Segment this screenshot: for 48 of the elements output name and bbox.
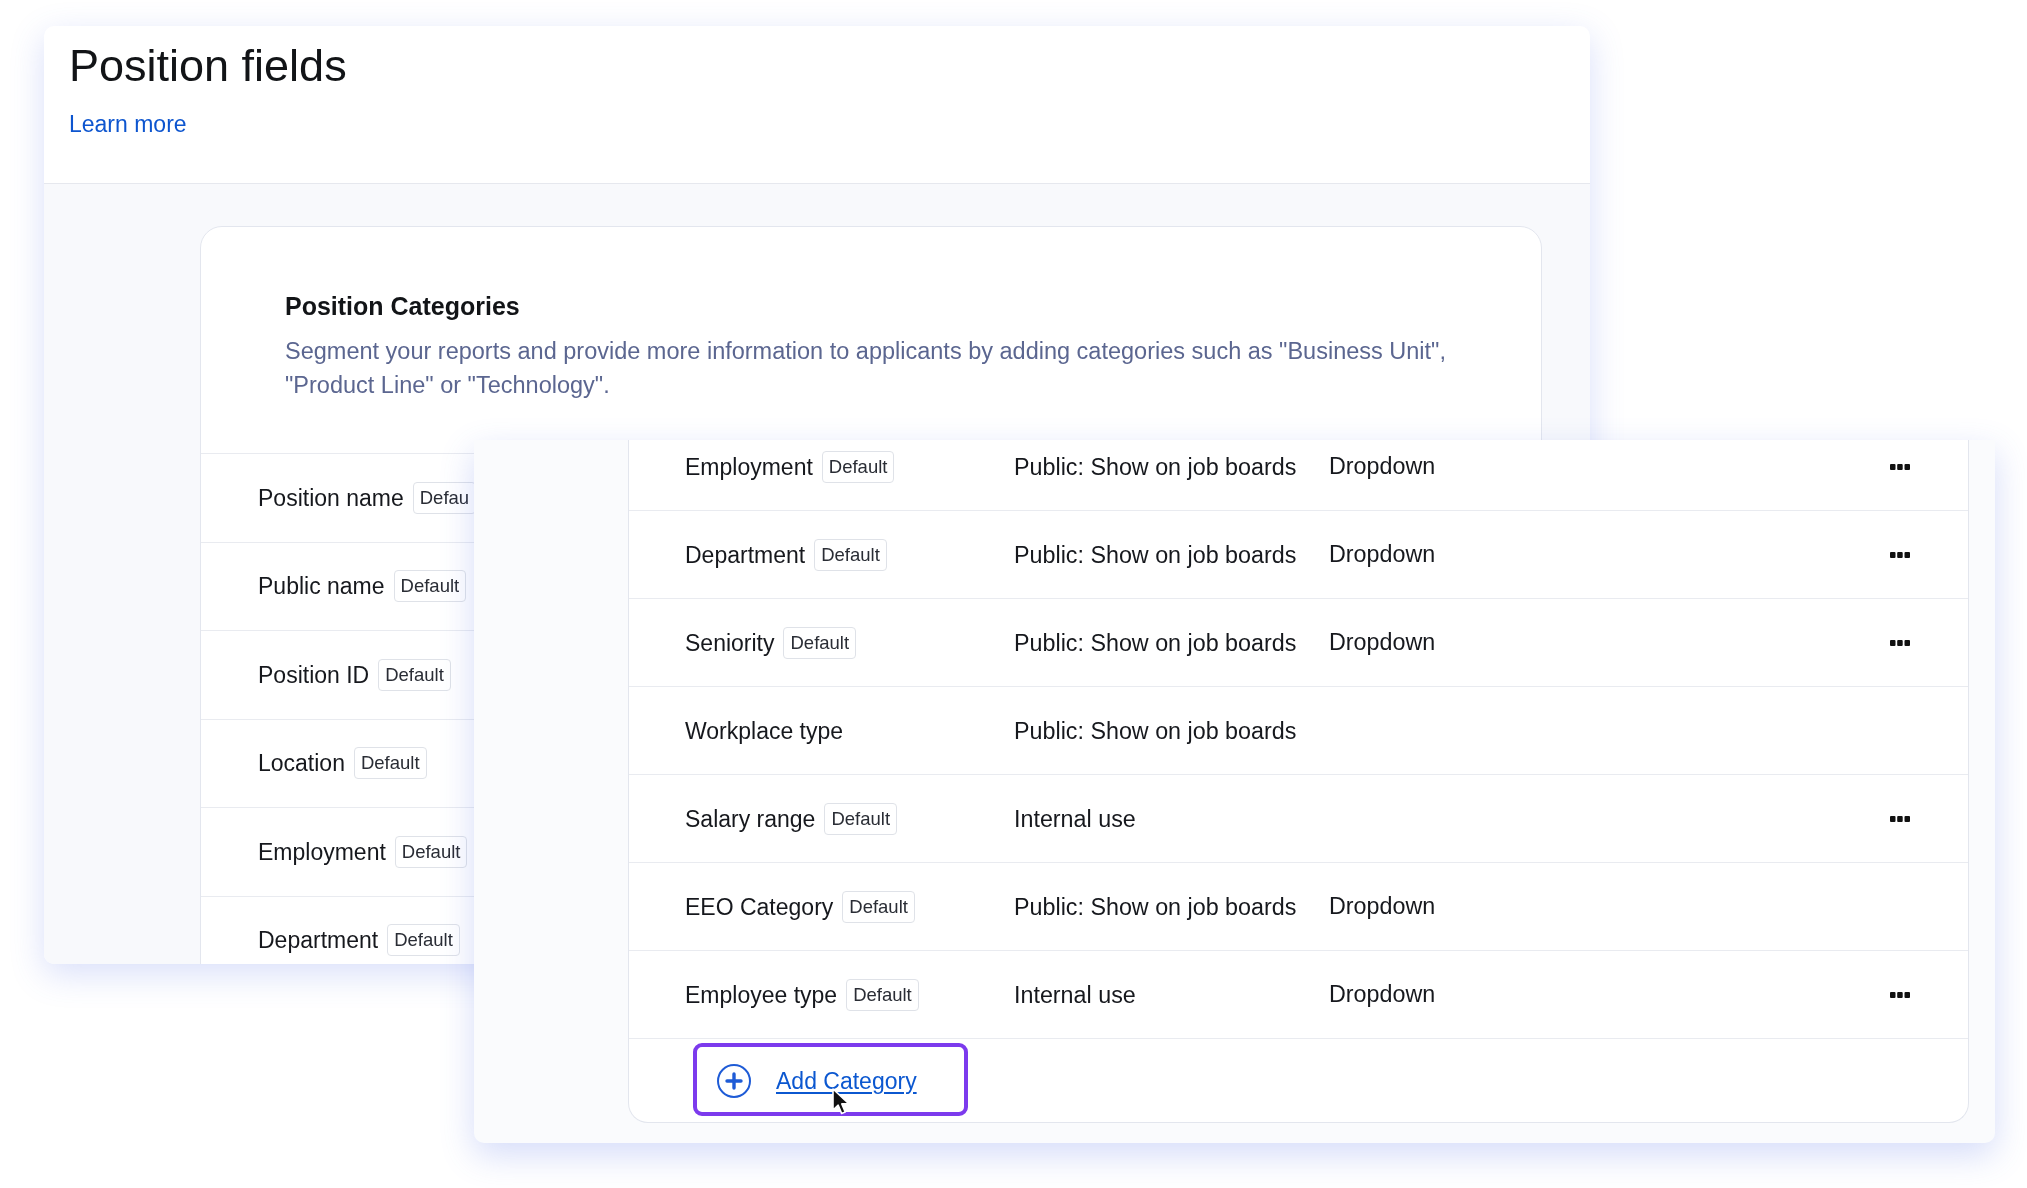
section-heading: Position Categories bbox=[285, 291, 521, 321]
field-type-text: Dropdown bbox=[1329, 981, 1436, 1007]
page-title: Position fields bbox=[69, 39, 348, 93]
default-tag: Defau bbox=[412, 481, 477, 514]
field-label: Employment bbox=[685, 452, 813, 481]
default-tag: Default bbox=[378, 658, 451, 691]
field-label: Position ID bbox=[258, 660, 370, 689]
field-label: Employment bbox=[258, 837, 386, 866]
field-label: Salary range bbox=[685, 804, 816, 833]
field-label: Employee type bbox=[685, 980, 838, 1009]
section-description: Segment your reports and provide more information to applicants by adding categories such as "Business Unit", "Product Line" or "Technology". bbox=[285, 337, 1447, 400]
plus-circle-icon bbox=[717, 1064, 751, 1098]
more-options-icon[interactable] bbox=[1890, 639, 1910, 646]
default-tag: Default bbox=[842, 890, 915, 923]
default-tag: Default bbox=[824, 802, 898, 835]
more-options-icon[interactable] bbox=[1890, 991, 1910, 998]
field-label: EEO Category bbox=[685, 892, 834, 921]
visibility-text: Internal use bbox=[1014, 980, 1137, 1009]
visibility-text: Public: Show on job boards bbox=[1014, 892, 1298, 921]
visibility-text: Public: Show on job boards bbox=[1014, 540, 1298, 569]
field-type-text: Dropdown bbox=[1329, 893, 1436, 919]
more-options-icon[interactable] bbox=[1890, 815, 1910, 822]
more-options-icon[interactable] bbox=[1890, 551, 1910, 558]
default-tag: Default bbox=[814, 538, 887, 571]
default-tag: Default bbox=[394, 835, 468, 868]
visibility-text: Public: Show on job boards bbox=[1014, 452, 1298, 481]
field-label: Seniority bbox=[685, 628, 775, 657]
field-type-text: Dropdown bbox=[1329, 629, 1436, 655]
default-tag: Default bbox=[393, 570, 467, 603]
default-tag: Default bbox=[846, 978, 919, 1011]
field-label: Department bbox=[258, 926, 379, 955]
field-type-text: Dropdown bbox=[1329, 453, 1436, 479]
field-label: Workplace type bbox=[685, 716, 844, 745]
field-label: Location bbox=[258, 749, 345, 778]
field-label: Department bbox=[685, 540, 806, 569]
field-label: Public name bbox=[258, 572, 385, 601]
field-type-text: Dropdown bbox=[1329, 541, 1436, 567]
learn-more-link[interactable]: Learn more bbox=[69, 109, 187, 139]
default-tag: Default bbox=[353, 747, 427, 780]
field-label: Position name bbox=[258, 483, 404, 512]
visibility-text: Public: Show on job boards bbox=[1014, 628, 1298, 657]
add-category-button[interactable]: Add Category bbox=[693, 1043, 968, 1116]
more-options-icon[interactable] bbox=[1890, 463, 1910, 470]
default-tag: Default bbox=[821, 450, 895, 483]
default-tag: Default bbox=[387, 924, 460, 957]
visibility-text: Public: Show on job boards bbox=[1014, 716, 1298, 745]
default-tag: Default bbox=[783, 626, 857, 659]
visibility-text: Internal use bbox=[1014, 804, 1137, 833]
